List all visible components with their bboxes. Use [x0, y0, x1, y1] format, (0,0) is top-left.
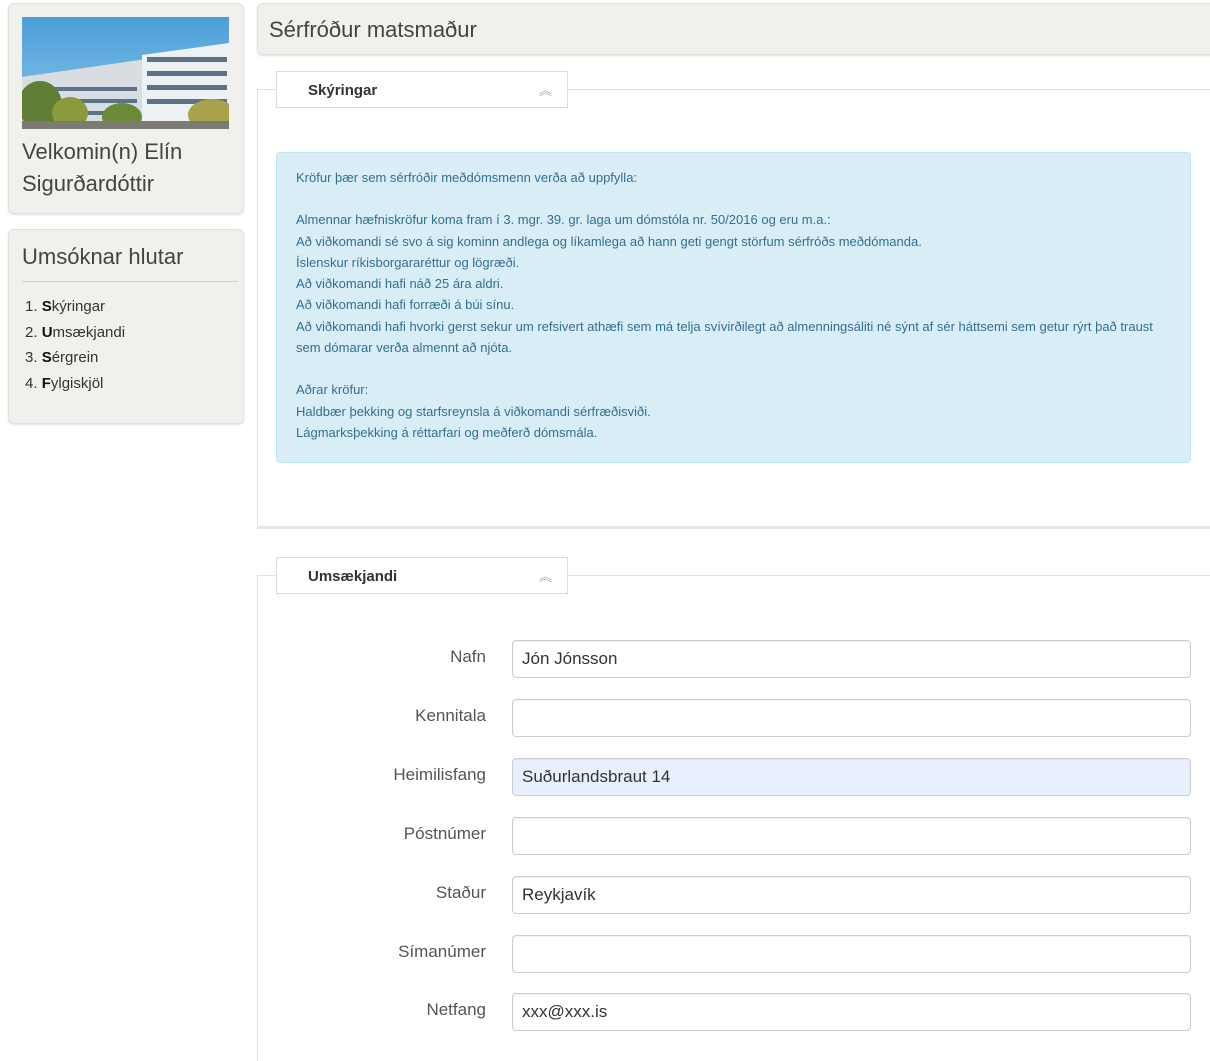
phone-input[interactable] [512, 935, 1191, 973]
info-line: Að viðkomandi sé svo á sig kominn andleg… [296, 233, 922, 249]
nav-item-umsaekjandi[interactable]: 2. Umsækjandi [25, 320, 125, 346]
form-row-phone: Símanúmer [258, 934, 1210, 974]
requirements-info-box: Kröfur þær sem sérfróðir meðdómsmenn ver… [276, 152, 1191, 463]
info-line: Kröfur þær sem sérfróðir meðdómsmenn ver… [296, 170, 638, 185]
welcome-message: Velkomin(n) Elín Sigurðardóttir [22, 139, 183, 196]
application-parts-nav: Umsóknar hlutar 1. Skýringar 2. Umsækjan… [8, 229, 244, 424]
form-row-email: Netfang [258, 992, 1210, 1032]
address-input[interactable] [512, 758, 1191, 796]
name-label: Nafn [450, 647, 486, 666]
address-label: Heimilisfang [393, 765, 486, 784]
kennitala-input[interactable] [512, 699, 1191, 737]
phone-label: Símanúmer [398, 942, 486, 961]
postcode-label: Póstnúmer [403, 824, 486, 843]
kennitala-label: Kennitala [415, 706, 486, 725]
form-row-kennitala: Kennitala [258, 698, 1210, 738]
form-row-address: Heimilisfang [258, 757, 1210, 797]
postcode-input[interactable] [512, 817, 1191, 855]
nav-divider [22, 281, 238, 282]
section-title: Skýringar [308, 82, 378, 99]
applicant-section: Umsækjandi ︽ Nafn Kennitala Heimilisfang… [257, 557, 1210, 1061]
applicant-section-toggle[interactable]: Umsækjandi ︽ [276, 557, 568, 594]
city-input[interactable] [512, 876, 1191, 914]
form-row-name: Nafn [258, 639, 1210, 679]
explanations-section-toggle[interactable]: Skýringar ︽ [276, 71, 568, 108]
info-line: Almennar hæfniskröfur koma fram í 3. mgr… [296, 212, 831, 228]
form-row-postcode: Póstnúmer [258, 816, 1210, 856]
nav-item-sergrein[interactable]: 3. Sérgrein [25, 345, 125, 371]
user-card: Velkomin(n) Elín Sigurðardóttir [8, 3, 244, 214]
explanations-section: Skýringar ︽ Kröfur þær sem sérfróðir með… [257, 71, 1210, 529]
chevron-up-double-icon: ︽ [539, 569, 553, 584]
building-photo [22, 17, 229, 129]
form-row-city: Staður [258, 875, 1210, 915]
info-line: Aðrar kröfur: [296, 382, 369, 398]
info-line: Að viðkomandi hafi náð 25 ára aldri. [296, 276, 504, 292]
city-label: Staður [435, 883, 486, 902]
email-label: Netfang [426, 1000, 486, 1019]
info-line: Að viðkomandi hafi hvorki gerst sekur um… [296, 318, 1153, 356]
section-title: Umsækjandi [308, 568, 398, 585]
email-input[interactable] [512, 993, 1191, 1031]
info-line: Að viðkomandi hafi forræði á búi sínu. [296, 297, 515, 313]
page-header: Sérfróður matsmaður [257, 3, 1210, 55]
name-input[interactable] [512, 640, 1191, 678]
info-line: Lágmarksþekking á réttarfari og meðferð … [296, 424, 598, 440]
nav-item-fylgiskjol[interactable]: 4. Fylgiskjöl [25, 371, 125, 397]
nav-title: Umsóknar hlutar [22, 244, 184, 269]
info-line: Íslenskur ríkisborgararéttur og lögræði. [296, 254, 520, 270]
chevron-up-double-icon: ︽ [539, 83, 553, 98]
info-line: Haldbær þekking og starfsreynsla á viðko… [296, 403, 651, 419]
page-title: Sérfróður matsmaður [269, 17, 477, 42]
nav-list: 1. Skýringar 2. Umsækjandi 3. Sérgrein 4… [25, 294, 125, 396]
nav-item-skyringar[interactable]: 1. Skýringar [25, 294, 125, 320]
